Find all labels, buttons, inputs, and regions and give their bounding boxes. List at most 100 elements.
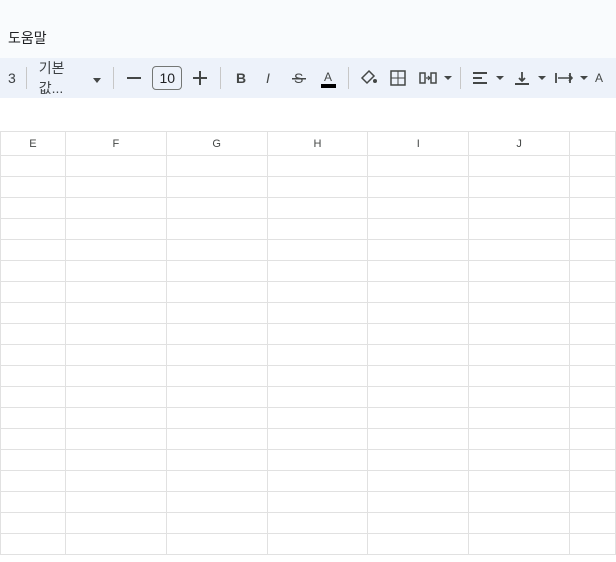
cell[interactable] <box>469 303 570 324</box>
cell[interactable] <box>1 534 66 555</box>
cell[interactable] <box>368 198 469 219</box>
fill-color-button[interactable] <box>355 64 382 92</box>
spreadsheet-grid[interactable]: E F G H I J <box>0 131 616 555</box>
cell[interactable] <box>267 261 368 282</box>
cell[interactable] <box>570 198 616 219</box>
cell[interactable] <box>469 408 570 429</box>
cell[interactable] <box>368 513 469 534</box>
cell[interactable] <box>368 303 469 324</box>
cell[interactable] <box>570 324 616 345</box>
cell[interactable] <box>368 408 469 429</box>
cell[interactable] <box>267 240 368 261</box>
cell[interactable] <box>368 450 469 471</box>
cell[interactable] <box>65 345 166 366</box>
cell[interactable] <box>166 513 267 534</box>
cell[interactable] <box>570 366 616 387</box>
cell[interactable] <box>1 156 66 177</box>
cell[interactable] <box>267 303 368 324</box>
cell[interactable] <box>166 177 267 198</box>
cell[interactable] <box>1 366 66 387</box>
cell[interactable] <box>570 261 616 282</box>
cell[interactable] <box>469 534 570 555</box>
cell[interactable] <box>166 366 267 387</box>
cell[interactable] <box>1 282 66 303</box>
cell[interactable] <box>65 366 166 387</box>
cell[interactable] <box>1 324 66 345</box>
cell[interactable] <box>469 429 570 450</box>
cell[interactable] <box>166 324 267 345</box>
cell[interactable] <box>1 219 66 240</box>
column-header[interactable]: I <box>368 132 469 156</box>
strikethrough-button[interactable]: S <box>286 64 313 92</box>
column-header[interactable]: E <box>1 132 66 156</box>
cell[interactable] <box>1 429 66 450</box>
cell[interactable] <box>1 261 66 282</box>
cell[interactable] <box>65 534 166 555</box>
cell[interactable] <box>570 534 616 555</box>
cell[interactable] <box>368 492 469 513</box>
cell[interactable] <box>267 345 368 366</box>
cell[interactable] <box>65 450 166 471</box>
cell[interactable] <box>570 429 616 450</box>
cell[interactable] <box>267 408 368 429</box>
cell[interactable] <box>368 471 469 492</box>
font-size-increase-button[interactable] <box>186 64 214 92</box>
column-header[interactable]: F <box>65 132 166 156</box>
cell[interactable] <box>570 177 616 198</box>
cell[interactable] <box>570 387 616 408</box>
cell[interactable] <box>267 177 368 198</box>
cell[interactable] <box>570 156 616 177</box>
cell[interactable] <box>65 282 166 303</box>
cell[interactable] <box>469 324 570 345</box>
cell[interactable] <box>469 492 570 513</box>
cell[interactable] <box>267 534 368 555</box>
cell[interactable] <box>65 177 166 198</box>
cell[interactable] <box>267 156 368 177</box>
cell[interactable] <box>166 156 267 177</box>
cell[interactable] <box>1 240 66 261</box>
cell[interactable] <box>570 282 616 303</box>
cell[interactable] <box>570 471 616 492</box>
text-wrap-button[interactable] <box>550 64 590 92</box>
cell[interactable] <box>368 219 469 240</box>
cell[interactable] <box>1 408 66 429</box>
cell[interactable] <box>1 303 66 324</box>
cell[interactable] <box>267 366 368 387</box>
cell[interactable] <box>368 177 469 198</box>
cell[interactable] <box>267 450 368 471</box>
cell[interactable] <box>166 492 267 513</box>
font-family-select[interactable]: 기본값... <box>33 58 108 98</box>
cell[interactable] <box>1 387 66 408</box>
cell[interactable] <box>469 177 570 198</box>
cell[interactable] <box>65 303 166 324</box>
cell[interactable] <box>469 198 570 219</box>
cell[interactable] <box>166 450 267 471</box>
column-header[interactable] <box>570 132 616 156</box>
merge-cells-button[interactable] <box>414 64 454 92</box>
cell[interactable] <box>1 471 66 492</box>
zoom-fragment[interactable]: 3 <box>4 70 20 86</box>
cell[interactable] <box>166 198 267 219</box>
cell[interactable] <box>267 429 368 450</box>
cell[interactable] <box>65 471 166 492</box>
cell[interactable] <box>368 240 469 261</box>
cell[interactable] <box>368 366 469 387</box>
cell[interactable] <box>368 156 469 177</box>
vertical-align-button[interactable] <box>508 64 548 92</box>
cell[interactable] <box>368 324 469 345</box>
cell[interactable] <box>267 198 368 219</box>
cell[interactable] <box>65 387 166 408</box>
cell[interactable] <box>368 387 469 408</box>
column-header[interactable]: J <box>469 132 570 156</box>
cell[interactable] <box>469 345 570 366</box>
font-size-decrease-button[interactable] <box>120 64 148 92</box>
cell[interactable] <box>368 261 469 282</box>
cell[interactable] <box>166 429 267 450</box>
cell[interactable] <box>368 534 469 555</box>
cell[interactable] <box>267 282 368 303</box>
cell[interactable] <box>65 156 166 177</box>
cell[interactable] <box>1 345 66 366</box>
cell[interactable] <box>267 387 368 408</box>
cell[interactable] <box>166 534 267 555</box>
cell[interactable] <box>166 408 267 429</box>
